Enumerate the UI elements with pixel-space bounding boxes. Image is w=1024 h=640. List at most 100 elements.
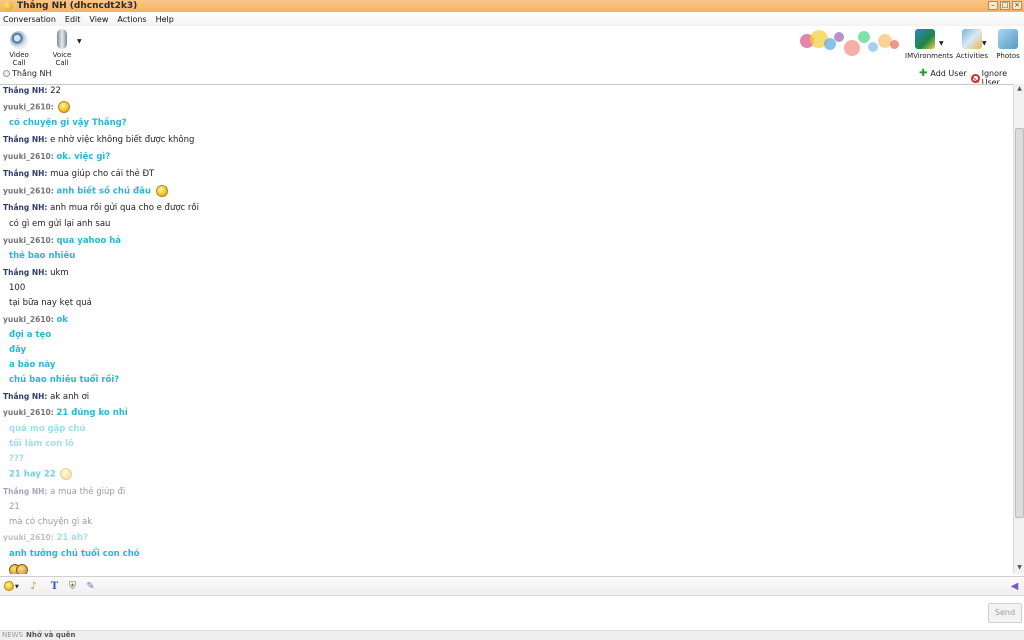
message-text: 21 đúng ko nhỉ xyxy=(56,408,128,418)
message-line: thẻ bao nhiêu xyxy=(9,251,75,261)
sender-name: Thắng NH: xyxy=(3,268,48,277)
formatting-toolbar: ▼ ♪ T ⛨ ✎ ◀ xyxy=(0,576,1024,596)
message-text: a mua thẻ giúp đi xyxy=(50,487,126,497)
sender-name: yuuki_2610: xyxy=(3,186,54,196)
message-text: tại bữa nay kẹt quá xyxy=(9,298,92,308)
message-text: có chuyện gì vậy Thắng? xyxy=(9,118,127,128)
imvironments-dropdown-icon[interactable]: ▼ xyxy=(939,40,944,47)
plus-icon: ✚ xyxy=(919,67,928,79)
message-line: 100 xyxy=(9,283,25,293)
message-text: mua giúp cho cái thẻ ĐT xyxy=(50,169,155,179)
send-button[interactable]: Send xyxy=(988,603,1022,623)
video-call-button[interactable]: Video Call xyxy=(4,29,34,67)
message-text: có gì em gửi lại anh sau xyxy=(9,219,111,229)
message-line: Thắng NH: mua giúp cho cái thẻ ĐT xyxy=(3,169,154,179)
yahoo-smiley-icon xyxy=(3,1,13,11)
message-text: đây xyxy=(9,345,27,355)
message-text: anh biết số chú đâu xyxy=(56,186,151,197)
thinking-emoticon-icon xyxy=(58,101,71,113)
sender-name: yuuki_2610: xyxy=(3,533,54,542)
news-headline[interactable]: Nhớ và quên xyxy=(26,631,76,639)
message-line: mà có chuyện gì ak xyxy=(9,517,92,527)
conversation-history[interactable]: Thắng NH: 22 yuuki_2610: có chuyện gì vậ… xyxy=(0,84,1013,574)
message-line: Thắng NH: ak anh ơi xyxy=(3,392,89,402)
message-line: quá mơ gặp chú xyxy=(9,424,86,434)
imvironments-icon xyxy=(915,29,935,49)
status-offline-icon xyxy=(3,70,10,77)
window-controls: – □ × xyxy=(988,1,1022,10)
contact-name[interactable]: Thắng NH xyxy=(12,69,52,78)
emoticon-picker-icon[interactable] xyxy=(2,580,15,593)
message-input[interactable]: Send xyxy=(0,597,1024,630)
message-text: anh mua rồi gửi qua cho e được rồi xyxy=(50,203,199,213)
voice-call-button[interactable]: Voice Call xyxy=(46,29,78,67)
block-icon xyxy=(971,73,980,83)
video-call-label: Video Call xyxy=(9,51,29,67)
message-line: có chuyện gì vậy Thắng? xyxy=(9,118,127,128)
menu-actions[interactable]: Actions xyxy=(114,15,152,24)
sender-name: Thắng NH: xyxy=(3,86,48,95)
message-line: anh tưởng chú tuổi con chó xyxy=(9,549,140,559)
chat-scrollbar[interactable]: ▲ ▼ xyxy=(1013,84,1024,574)
thinking-emoticon-icon xyxy=(60,468,73,480)
scroll-down-icon[interactable]: ▼ xyxy=(1015,564,1024,573)
imvironments-label: IMVironments xyxy=(905,52,954,60)
voice-call-label: Voice Call xyxy=(52,51,72,67)
message-line: chú bao nhiêu tuổi rồi? xyxy=(9,375,119,385)
window-title: Thắng NH (dhcncdt2k3) xyxy=(17,1,138,11)
emoticon-dropdown-icon[interactable]: ▼ xyxy=(15,584,19,590)
scroll-thumb[interactable] xyxy=(1015,128,1024,518)
message-text: tối làm con lô xyxy=(9,439,74,449)
message-line: 21 hay 22 xyxy=(9,468,73,480)
message-line: 21 xyxy=(9,502,20,512)
sender-name: Thắng NH: xyxy=(3,392,48,401)
message-line: yuuki_2610: anh biết số chú đâu xyxy=(3,185,168,197)
message-line: a bảo này xyxy=(9,360,55,370)
message-text: qua yahoo hả xyxy=(56,236,122,246)
minimize-button[interactable]: – xyxy=(988,1,998,10)
message-line: Thắng NH: e nhờ việc không biết được khô… xyxy=(3,135,194,145)
message-text: ok xyxy=(56,315,68,325)
message-text: anh tưởng chú tuổi con chó xyxy=(9,549,140,559)
message-line: yuuki_2610: 21 àh? xyxy=(3,533,88,543)
menu-help[interactable]: Help xyxy=(153,15,180,24)
menu-edit[interactable]: Edit xyxy=(62,15,87,24)
news-label: NEWS xyxy=(2,631,24,639)
message-line: yuuki_2610: 21 đúng ko nhỉ xyxy=(3,408,128,418)
photos-button[interactable]: Photos xyxy=(994,29,1022,60)
activities-dropdown-icon[interactable]: ▼ xyxy=(982,40,987,47)
title-bar: Thắng NH (dhcncdt2k3) – □ × xyxy=(0,0,1024,12)
message-text: a bảo này xyxy=(9,360,56,370)
sender-name: Thắng NH: xyxy=(3,203,48,212)
message-text: 21 xyxy=(9,502,20,512)
add-user-button[interactable]: ✚ Add User xyxy=(919,67,967,79)
message-text: ak anh ơi xyxy=(50,392,90,402)
message-text: 21 àh? xyxy=(56,533,88,543)
audible-icon[interactable]: ♪ xyxy=(27,580,40,593)
maximize-button[interactable]: □ xyxy=(1000,1,1010,10)
decorative-bubbles xyxy=(798,28,913,62)
voice-call-dropdown-icon[interactable]: ▼ xyxy=(77,38,82,45)
message-text: e nhờ việc không biết được không xyxy=(50,135,195,145)
message-line: Thắng NH: 22 xyxy=(3,86,61,96)
message-text: chú bao nhiêu tuổi rồi? xyxy=(9,375,120,385)
message-line: Thắng NH: ukm xyxy=(3,268,69,278)
menu-conversation[interactable]: Conversation xyxy=(0,15,62,24)
scroll-up-icon[interactable]: ▲ xyxy=(1015,85,1024,94)
message-line: yuuki_2610: ok. việc gì? xyxy=(3,152,110,162)
close-button[interactable]: × xyxy=(1012,1,1022,10)
message-text: thẻ bao nhiêu xyxy=(9,251,76,261)
contact-avatar-icon[interactable]: ◀ xyxy=(1008,580,1021,593)
sender-name: Thắng NH: xyxy=(3,135,48,144)
text-format-icon[interactable]: T xyxy=(48,580,61,593)
attach-paperclip-icon[interactable]: ✎ xyxy=(84,580,97,593)
contact-status-row: Thắng NH ✚ Add User Ignore User xyxy=(0,66,1024,87)
message-text: đợi a tẹo xyxy=(9,330,52,340)
message-line xyxy=(9,563,28,574)
message-line: Thắng NH: anh mua rồi gửi qua cho e được… xyxy=(3,203,199,213)
menu-view[interactable]: View xyxy=(86,15,114,24)
message-line: yuuki_2610: qua yahoo hả xyxy=(3,236,121,246)
message-text: quá mơ gặp chú xyxy=(9,424,86,434)
message-text: ok. việc gì? xyxy=(56,152,111,162)
shield-icon[interactable]: ⛨ xyxy=(66,580,79,593)
